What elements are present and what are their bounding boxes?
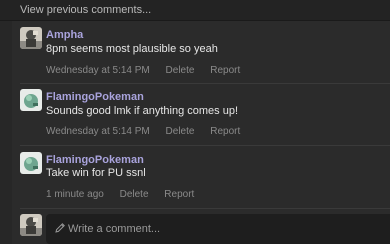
comment-author[interactable]: FlamingoPokeman bbox=[46, 154, 144, 166]
avatar-image-icon bbox=[20, 152, 42, 174]
comment-divider bbox=[20, 208, 390, 209]
comment-input[interactable] bbox=[68, 221, 368, 237]
thread-header: View previous comments... bbox=[0, 0, 390, 21]
comment-author[interactable]: Ampha bbox=[46, 29, 83, 41]
comment-meta: Wednesday at 5:14 PM Delete Report bbox=[46, 65, 253, 76]
avatar-image-icon bbox=[20, 89, 42, 111]
avatar-image-icon bbox=[20, 214, 42, 236]
comment-timestamp: Wednesday at 5:14 PM bbox=[46, 65, 150, 76]
comment-item: FlamingoPokeman Take win for PU ssnl 1 m… bbox=[0, 152, 390, 207]
report-comment-button[interactable]: Report bbox=[210, 65, 240, 76]
current-user-avatar bbox=[20, 214, 42, 236]
comment-divider bbox=[20, 145, 390, 146]
avatar-image-icon bbox=[20, 27, 42, 49]
comment-timestamp: 1 minute ago bbox=[46, 189, 104, 200]
delete-comment-button[interactable]: Delete bbox=[120, 189, 149, 200]
comment-composer[interactable] bbox=[46, 214, 390, 244]
pencil-icon bbox=[55, 223, 65, 233]
comment-item: FlamingoPokeman Sounds good lmk if anyth… bbox=[0, 89, 390, 144]
view-previous-comments-link[interactable]: View previous comments... bbox=[20, 4, 151, 16]
comment-text: Sounds good lmk if anything comes up! bbox=[46, 105, 239, 117]
comment-meta: Wednesday at 5:14 PM Delete Report bbox=[46, 126, 253, 137]
comment-text: Take win for PU ssnl bbox=[46, 167, 146, 179]
report-comment-button[interactable]: Report bbox=[210, 126, 240, 137]
report-comment-button[interactable]: Report bbox=[164, 189, 194, 200]
delete-comment-button[interactable]: Delete bbox=[166, 65, 195, 76]
comment-item: Ampha 8pm seems most plausible so yeah W… bbox=[0, 27, 390, 82]
comment-timestamp: Wednesday at 5:14 PM bbox=[46, 126, 150, 137]
avatar[interactable] bbox=[20, 27, 42, 49]
comment-author[interactable]: FlamingoPokeman bbox=[46, 91, 144, 103]
avatar[interactable] bbox=[20, 152, 42, 174]
comment-divider bbox=[20, 83, 390, 84]
comment-thread: View previous comments... Ampha 8pm seem… bbox=[0, 0, 390, 244]
avatar[interactable] bbox=[20, 89, 42, 111]
comment-meta: 1 minute ago Delete Report bbox=[46, 189, 207, 200]
comment-text: 8pm seems most plausible so yeah bbox=[46, 43, 218, 55]
delete-comment-button[interactable]: Delete bbox=[166, 126, 195, 137]
